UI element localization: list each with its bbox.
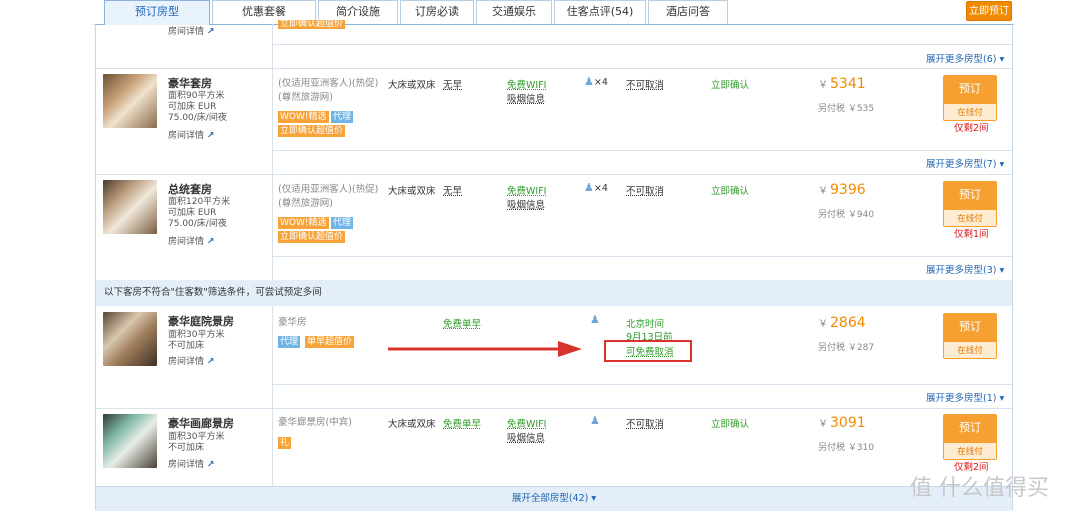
breakfast[interactable]: 免费单早 [443, 316, 481, 330]
tax: 另付税 ￥940 [818, 210, 875, 220]
room-detail-link[interactable]: 房间详情 ↗ [168, 24, 214, 37]
rate-source: (尊然旅游网) [278, 198, 333, 209]
bed-type: 大床或双床 [388, 419, 436, 430]
wifi[interactable]: 免费WIFI [507, 416, 546, 430]
room-photo[interactable] [103, 74, 157, 128]
rate-policy: (仅适用亚洲客人)(热促) [278, 184, 379, 195]
price: ￥ 3091 [818, 415, 866, 431]
room-detail-link[interactable]: 房间详情 ↗ [168, 457, 214, 470]
room-name[interactable]: 总统套房 [168, 181, 212, 197]
guest-icon: ♟×4 [584, 181, 608, 194]
smoking-info[interactable]: 吸烟信息 [507, 91, 545, 105]
arrow-annotation [388, 341, 582, 357]
wifi[interactable]: 免费WIFI [507, 77, 546, 91]
room-area: 面积30平方米 [168, 432, 225, 442]
expand-more-link[interactable]: 展开更多房型(3) ▾ [926, 262, 1004, 276]
room-name[interactable]: 豪华画廊景房 [168, 415, 234, 431]
room-detail-link[interactable]: 房间详情 ↗ [168, 354, 214, 367]
room-name[interactable]: 豪华庭院景房 [168, 313, 234, 329]
confirm-type: 立即确认 [711, 186, 750, 197]
expand-more-link[interactable]: 展开更多房型(6) ▾ [926, 51, 1004, 65]
badge-gift: 礼 [278, 437, 292, 449]
rooms-left: 仅剩2间 [954, 123, 989, 134]
badge-wow: WOW!精选 [278, 217, 329, 229]
breakfast[interactable]: 免费单早 [443, 416, 481, 430]
tab-reviews[interactable]: 住客点评(54) [554, 0, 646, 24]
room-list [95, 24, 1013, 510]
smoking-info[interactable]: 吸烟信息 [507, 197, 545, 211]
smoking-info[interactable]: 吸烟信息 [507, 430, 545, 444]
tab-booking-notes[interactable]: 订房必读 [400, 0, 474, 24]
rate-policy: (仅适用亚洲客人)(热促) [278, 78, 379, 89]
room-area: 面积90平方米 [168, 91, 225, 101]
rooms-left: 仅剩1间 [954, 229, 989, 240]
room-photo[interactable] [103, 312, 157, 366]
badge-instant: 立即确认超值价 [278, 125, 346, 137]
extra-bed: 可加床 EUR 75.00/床/间夜 [168, 102, 227, 123]
guest-icon: ♟×4 [584, 75, 608, 88]
bed-type: 大床或双床 [388, 80, 436, 91]
guest-icon: ♟ [590, 414, 600, 427]
tab-transport[interactable]: 交通娱乐 [476, 0, 552, 24]
book-button[interactable]: 预订 在线付 [943, 313, 997, 359]
expand-more-link[interactable]: 展开更多房型(1) ▾ [926, 390, 1004, 404]
tax: 另付税 ￥287 [818, 343, 875, 353]
room-photo[interactable] [103, 180, 157, 234]
room-name[interactable]: 豪华套房 [168, 75, 212, 91]
book-button[interactable]: 预订 在线付 [943, 414, 997, 460]
breakfast[interactable]: 无早 [443, 77, 462, 91]
room-photo[interactable] [103, 414, 157, 468]
badge-agent: 代理 [331, 111, 354, 123]
extra-bed: 可加床 EUR 75.00/床/间夜 [168, 208, 227, 229]
expand-all-link[interactable]: 展开全部房型(42) ▾ [96, 486, 1012, 511]
price: ￥ 2864 [818, 315, 866, 331]
expand-more-link[interactable]: 展开更多房型(7) ▾ [926, 156, 1004, 170]
badge-instant: 立即确认超值价 [278, 231, 346, 243]
badge: 立即确认超值价 [278, 20, 346, 29]
rate-policy: 豪华房 [278, 317, 307, 328]
extra-bed: 不可加床 [168, 341, 205, 351]
badge-wow: WOW!精选 [278, 111, 329, 123]
guest-icon: ♟ [590, 313, 600, 326]
room-detail-link[interactable]: 房间详情 ↗ [168, 234, 214, 247]
rate-source: (尊然旅游网) [278, 92, 333, 103]
book-button[interactable]: 预订 在线付 [943, 181, 997, 227]
cancel-time-label: 北京时间 [626, 319, 665, 330]
tab-room-types[interactable]: 预订房型 [104, 0, 210, 25]
price: ￥ 9396 [818, 182, 866, 198]
cancel-policy[interactable]: 不可取消 [626, 416, 664, 430]
badge-agent: 代理 [331, 217, 354, 229]
highlight-box [604, 340, 692, 362]
confirm-type: 立即确认 [711, 419, 750, 430]
tax: 另付税 ￥310 [818, 443, 875, 453]
bed-type: 大床或双床 [388, 186, 436, 197]
book-button[interactable]: 预订 在线付 [943, 75, 997, 121]
price: ￥ 5341 [818, 76, 866, 92]
cancel-policy[interactable]: 不可取消 [626, 77, 664, 91]
badge-breakfast-deal: 单早超值价 [305, 336, 355, 348]
breakfast[interactable]: 无早 [443, 183, 462, 197]
badge-agent: 代理 [278, 336, 301, 348]
wifi[interactable]: 免费WIFI [507, 183, 546, 197]
extra-bed: 不可加床 [168, 443, 205, 453]
room-detail-link[interactable]: 房间详情 ↗ [168, 128, 214, 141]
watermark: 值 什么值得买 [910, 476, 1049, 501]
tax: 另付税 ￥535 [818, 104, 875, 114]
filter-notice: 以下客房不符合"住客数"筛选条件，可尝试预定多间 [96, 280, 1012, 306]
book-now-button[interactable]: 立即预订 [966, 1, 1012, 21]
tab-qa[interactable]: 酒店问答 [648, 0, 728, 24]
room-area: 面积30平方米 [168, 330, 225, 340]
confirm-type: 立即确认 [711, 80, 750, 91]
cancel-policy[interactable]: 不可取消 [626, 183, 664, 197]
rate-policy: 豪华廊景房(中宾) [278, 417, 352, 428]
room-area: 面积120平方米 [168, 197, 231, 207]
